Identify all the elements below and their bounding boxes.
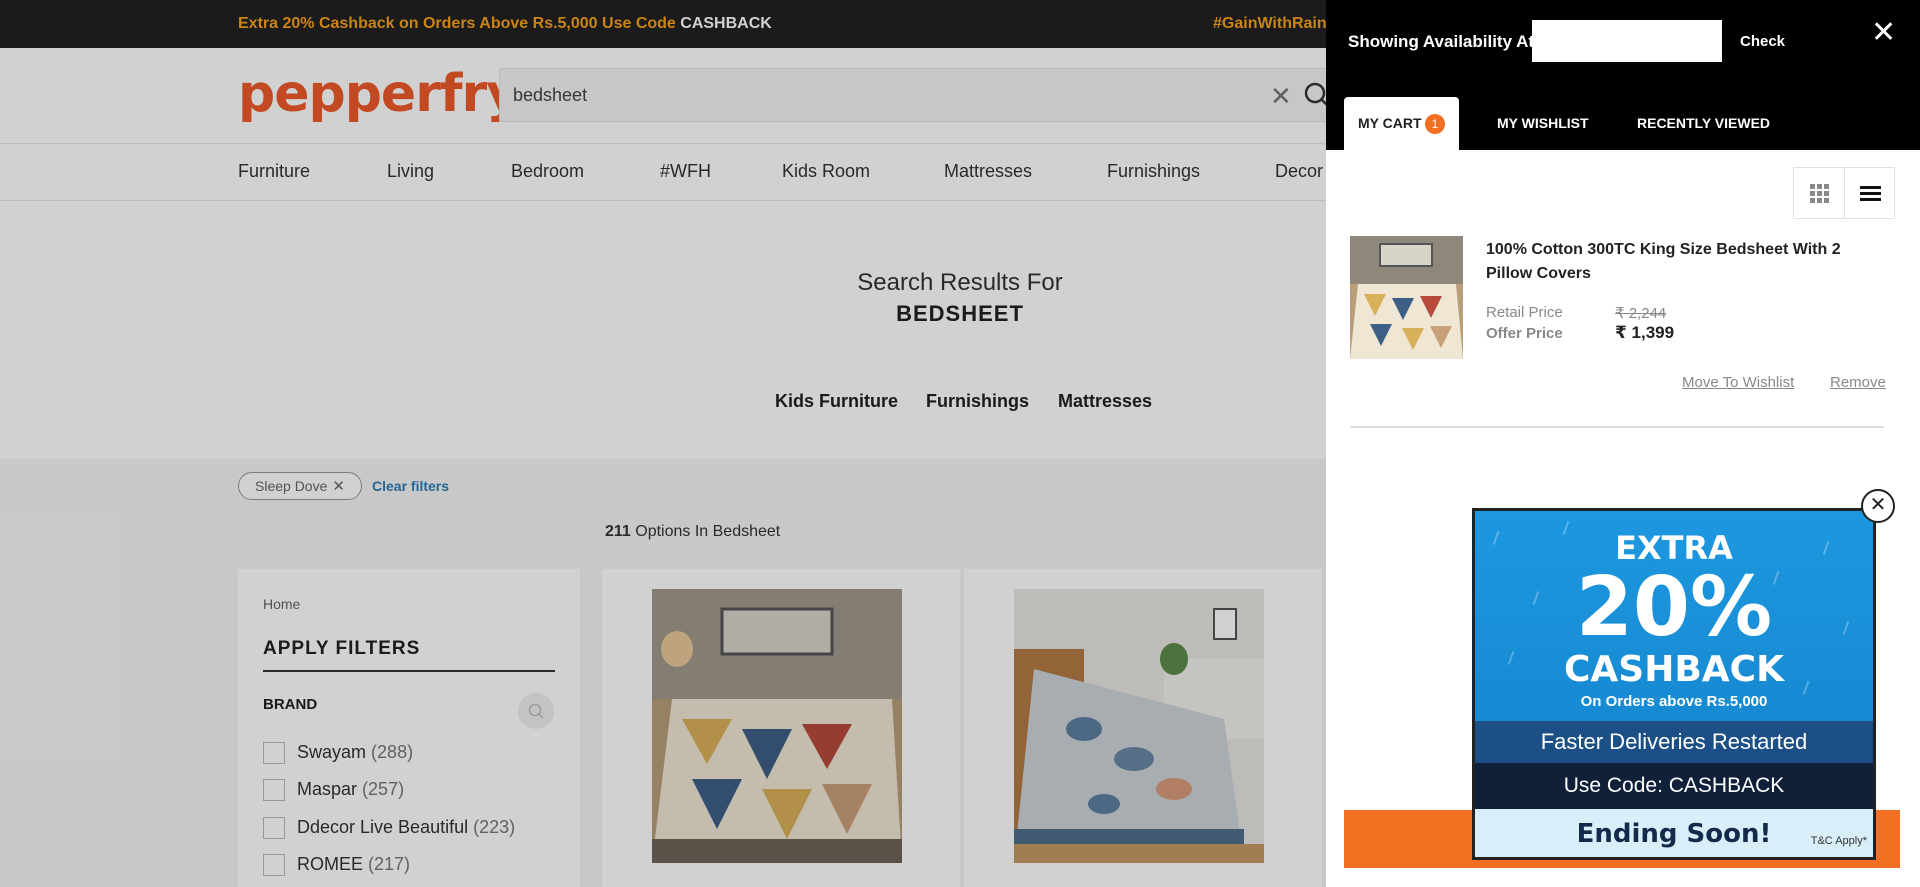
availability-label: Showing Availability At <box>1348 32 1535 51</box>
cart-item: 100% Cotton 300TC King Size Bedsheet Wit… <box>1350 236 1890 426</box>
drawer-header: Showing Availability At Check ✕ MY CART … <box>1326 0 1920 150</box>
popup-tc: T&C Apply* <box>1810 835 1867 847</box>
cashback-promo-popup[interactable]: EXTRA 20% CASHBACK On Orders above Rs.5,… <box>1472 508 1876 860</box>
remove-link[interactable]: Remove <box>1830 374 1886 391</box>
retail-price: ₹ 2,244 <box>1615 305 1667 322</box>
popup-cashback: CASHBACK <box>1564 649 1784 690</box>
move-to-wishlist-link[interactable]: Move To Wishlist <box>1682 374 1794 391</box>
tab-recently-viewed[interactable]: RECENTLY VIEWED <box>1637 115 1770 131</box>
popup-ending-band: Ending Soon! T&C Apply* <box>1475 809 1873 857</box>
divider <box>1350 426 1884 428</box>
cart-count-badge: 1 <box>1425 114 1445 134</box>
check-button[interactable]: Check <box>1740 33 1785 50</box>
popup-percent: 20% <box>1575 560 1773 655</box>
cart-item-image[interactable] <box>1350 236 1463 359</box>
cart-item-name[interactable]: 100% Cotton 300TC King Size Bedsheet Wit… <box>1486 238 1886 286</box>
popup-orders-text: On Orders above Rs.5,000 <box>1580 693 1768 710</box>
grid-view-button[interactable] <box>1794 168 1845 218</box>
grid-icon <box>1810 184 1829 203</box>
view-toggle <box>1793 167 1895 219</box>
tab-my-wishlist[interactable]: MY WISHLIST <box>1497 115 1589 131</box>
pincode-input[interactable] <box>1532 20 1722 62</box>
offer-price-label: Offer Price <box>1486 325 1563 342</box>
close-icon[interactable]: ✕ <box>1871 18 1896 48</box>
popup-close-icon[interactable]: ✕ <box>1861 489 1895 523</box>
retail-price-label: Retail Price <box>1486 304 1563 321</box>
offer-price: ₹ 1,399 <box>1615 323 1675 342</box>
tab-label: MY CART <box>1358 115 1422 131</box>
popup-use-code: Use Code: CASHBACK <box>1475 763 1873 809</box>
page-dim-overlay[interactable] <box>0 0 1326 887</box>
list-icon <box>1860 186 1881 201</box>
list-view-button[interactable] <box>1845 168 1896 218</box>
tab-my-cart[interactable]: MY CART 1 <box>1344 97 1459 150</box>
popup-faster-deliveries: Faster Deliveries Restarted <box>1475 721 1873 763</box>
